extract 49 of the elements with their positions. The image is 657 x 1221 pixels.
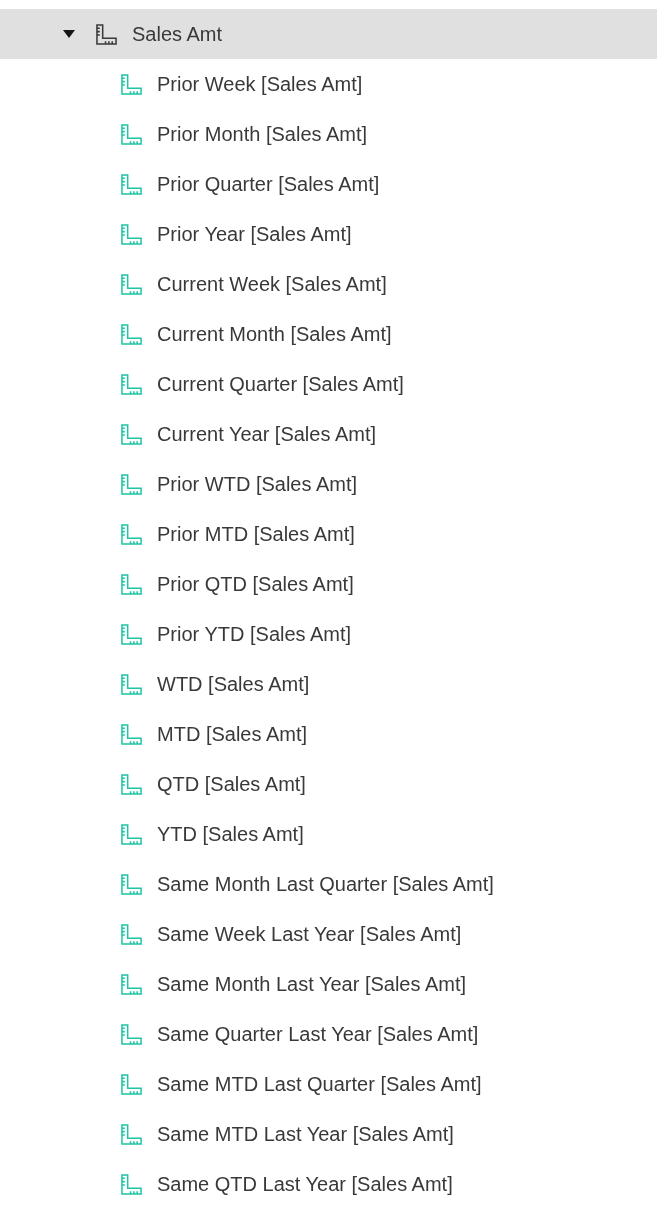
tree-item[interactable]: Sales Amt: [0, 9, 657, 59]
tree-item[interactable]: Current Quarter [Sales Amt]: [121, 359, 404, 409]
ruler-icon: [121, 573, 142, 595]
tree-item[interactable]: Prior Quarter [Sales Amt]: [121, 159, 380, 209]
ruler-icon: [96, 23, 117, 45]
ruler-icon: [121, 1073, 142, 1095]
tree-item[interactable]: Prior QTD [Sales Amt]: [121, 559, 354, 609]
tree-item[interactable]: QTD [Sales Amt]: [121, 759, 306, 809]
ruler-icon: [121, 823, 142, 845]
tree-item[interactable]: Same Month Last Quarter [Sales Amt]: [121, 859, 494, 909]
ruler-icon: [121, 923, 142, 945]
ruler-icon: [121, 523, 142, 545]
tree-item[interactable]: Prior Week [Sales Amt]: [121, 59, 363, 109]
ruler-icon: [121, 873, 142, 895]
tree-item[interactable]: Prior WTD [Sales Amt]: [121, 459, 358, 509]
tree-item[interactable]: WTD [Sales Amt]: [121, 659, 310, 709]
tree-item[interactable]: Prior MTD [Sales Amt]: [121, 509, 355, 559]
ruler-icon: [121, 1023, 142, 1045]
tree-item[interactable]: Prior Year [Sales Amt]: [121, 209, 352, 259]
ruler-icon: [121, 173, 142, 195]
ruler-icon: [121, 1173, 142, 1195]
ruler-icon: [121, 773, 142, 795]
tree-item[interactable]: Current Year [Sales Amt]: [121, 409, 376, 459]
caret-icon[interactable]: [63, 30, 75, 38]
ruler-icon: [121, 423, 142, 445]
tree-item[interactable]: MTD [Sales Amt]: [121, 709, 308, 759]
ruler-icon: [121, 273, 142, 295]
tree-item[interactable]: Same Quarter Last Year [Sales Amt]: [121, 1009, 479, 1059]
ruler-icon: [121, 723, 142, 745]
ruler-icon: [121, 473, 142, 495]
ruler-icon: [121, 373, 142, 395]
tree-item[interactable]: YTD [Sales Amt]: [121, 809, 304, 859]
ruler-icon: [121, 123, 142, 145]
ruler-icon: [121, 973, 142, 995]
tree-item[interactable]: Prior Month [Sales Amt]: [121, 109, 368, 159]
tree-item[interactable]: Same MTD Last Year [Sales Amt]: [121, 1109, 454, 1159]
ruler-icon: [121, 323, 142, 345]
tree-item[interactable]: Same QTD Last Year [Sales Amt]: [121, 1159, 453, 1209]
ruler-icon: [121, 623, 142, 645]
ruler-icon: [121, 673, 142, 695]
ruler-icon: [121, 73, 142, 95]
tree-item[interactable]: Current Month [Sales Amt]: [121, 309, 392, 359]
tree-item[interactable]: Same Week Last Year [Sales Amt]: [121, 909, 462, 959]
ruler-icon: [121, 223, 142, 245]
tree-item[interactable]: Current Week [Sales Amt]: [121, 259, 387, 309]
ruler-icon: [121, 1123, 142, 1145]
tree-item[interactable]: Prior YTD [Sales Amt]: [121, 609, 352, 659]
tree-item[interactable]: Same Month Last Year [Sales Amt]: [121, 959, 467, 1009]
tree-item[interactable]: Same MTD Last Quarter [Sales Amt]: [121, 1059, 482, 1109]
